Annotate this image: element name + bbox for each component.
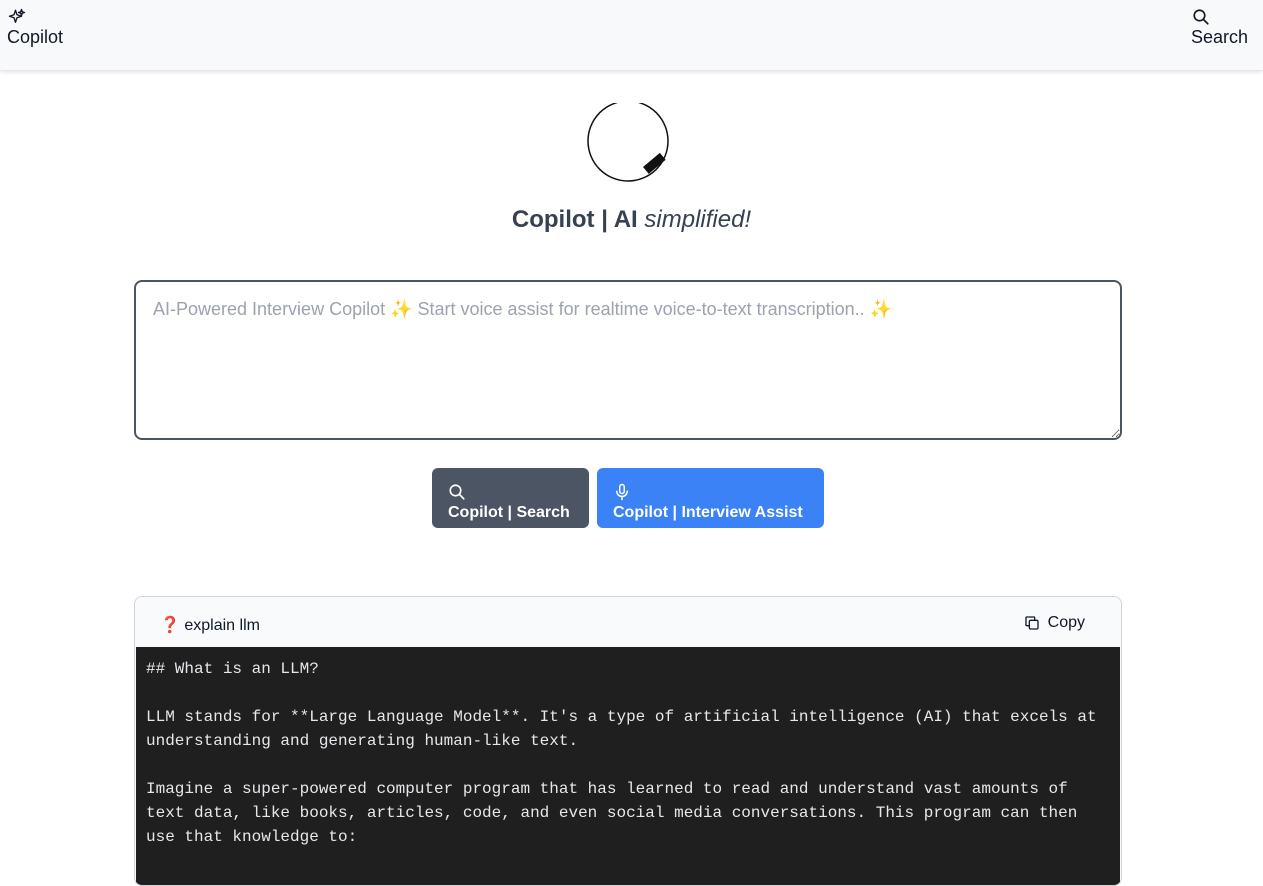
search-icon bbox=[449, 484, 465, 500]
loading-spinner-icon bbox=[587, 100, 669, 182]
sparkles-icon bbox=[8, 8, 26, 23]
answer-header: ❓ explain llm Copy bbox=[135, 597, 1121, 647]
nav-copilot-label: Copilot bbox=[7, 27, 64, 47]
nav-search-label: Search bbox=[1190, 27, 1248, 47]
interview-assist-label: Copilot | Interview Assist bbox=[613, 504, 803, 521]
copilot-search-button[interactable]: Copilot | Search bbox=[432, 468, 589, 528]
top-navbar: Copilot Search bbox=[0, 0, 1263, 71]
nav-search-link[interactable]: Search bbox=[1191, 8, 1248, 48]
page-title: Copilot | AI simplified! bbox=[0, 204, 1263, 236]
brand-name: Copilot | AI bbox=[511, 206, 638, 233]
copy-button[interactable]: Copy bbox=[1024, 614, 1085, 632]
copilot-search-label: Copilot | Search bbox=[448, 504, 570, 521]
answer-card: ❓ explain llm Copy ## What is an LLM? LL… bbox=[134, 596, 1122, 886]
search-icon bbox=[1193, 9, 1209, 25]
interview-assist-button[interactable]: Copilot | Interview Assist bbox=[597, 468, 824, 528]
microphone-icon bbox=[616, 483, 628, 501]
prompt-input[interactable] bbox=[134, 280, 1122, 440]
question-text: ❓ explain llm bbox=[160, 617, 260, 634]
copy-label: Copy bbox=[1047, 614, 1085, 631]
answer-content: ## What is an LLM? LLM stands for **Larg… bbox=[136, 647, 1120, 885]
loading-logo bbox=[586, 100, 672, 183]
brand-tagline: simplified! bbox=[644, 206, 752, 233]
copy-icon bbox=[1024, 616, 1039, 630]
nav-copilot-link[interactable]: Copilot bbox=[7, 8, 63, 48]
